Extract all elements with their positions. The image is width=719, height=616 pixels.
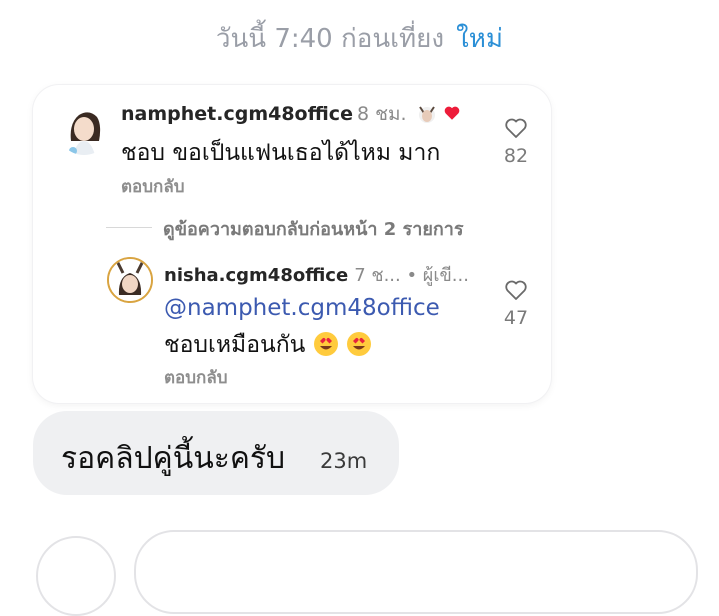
comment-reply-button[interactable]: ตอบกลับ (121, 173, 185, 200)
message-time: 23m (320, 449, 368, 473)
comment-like[interactable]: 82 (501, 117, 531, 167)
reply-avatar[interactable] (107, 257, 153, 303)
liked-by-author-heart-icon (443, 103, 461, 125)
comment-like-count: 82 (503, 145, 529, 167)
view-previous-replies-button[interactable]: ดูข้อความตอบกลับก่อนหน้า 2 รายการ (163, 214, 464, 243)
reply-mention-link[interactable]: @namphet.cgm48office (164, 295, 440, 321)
new-label: ใหม่ (456, 24, 504, 54)
reply-like-count: 47 (503, 307, 529, 329)
commenter-avatar[interactable] (57, 101, 111, 155)
comment-text: ชอบ ขอเป็นแฟนเธอได้ไหม มาก (121, 140, 441, 166)
header-datetime: วันนี้ 7:40 ก่อนเที่ยง (215, 24, 445, 54)
reply-meta-text: 7 ช... • ผู้เขี... (354, 265, 469, 286)
author-avatar-icon (417, 104, 443, 126)
reply-meta: nisha.cgm48office 7 ช... • ผู้เขี... (164, 260, 469, 289)
like-heart-icon[interactable] (504, 280, 528, 305)
replies-divider (106, 227, 152, 228)
reply-text-content: ชอบเหมือนกัน (164, 332, 306, 358)
message-bubble[interactable]: รอคลิปคู่นี้นะครับ 23m (33, 411, 399, 495)
reply-text: ชอบเหมือนกัน (164, 327, 372, 363)
shared-comment-card[interactable]: namphet.cgm48office 8 ชม. ชอบ ขอเป็นแฟนเธ… (33, 85, 551, 403)
comment-meta: namphet.cgm48office 8 ชม. (121, 99, 461, 129)
like-heart-icon[interactable] (504, 118, 528, 143)
camera-button[interactable] (36, 536, 116, 616)
reply-reply-button[interactable]: ตอบกลับ (164, 364, 228, 391)
reply-username[interactable]: nisha.cgm48office (164, 265, 348, 286)
reply-like[interactable]: 47 (501, 279, 531, 329)
comment-username[interactable]: namphet.cgm48office (121, 103, 353, 125)
heart-eyes-emoji-icon (313, 332, 372, 358)
message-text: รอคลิปคู่นี้นะครับ (61, 441, 286, 476)
comment-time: 8 ชม. (356, 103, 407, 125)
timestamp-header: วันนี้ 7:40 ก่อนเที่ยง ใหม่ (0, 18, 719, 59)
message-input[interactable] (134, 530, 698, 614)
